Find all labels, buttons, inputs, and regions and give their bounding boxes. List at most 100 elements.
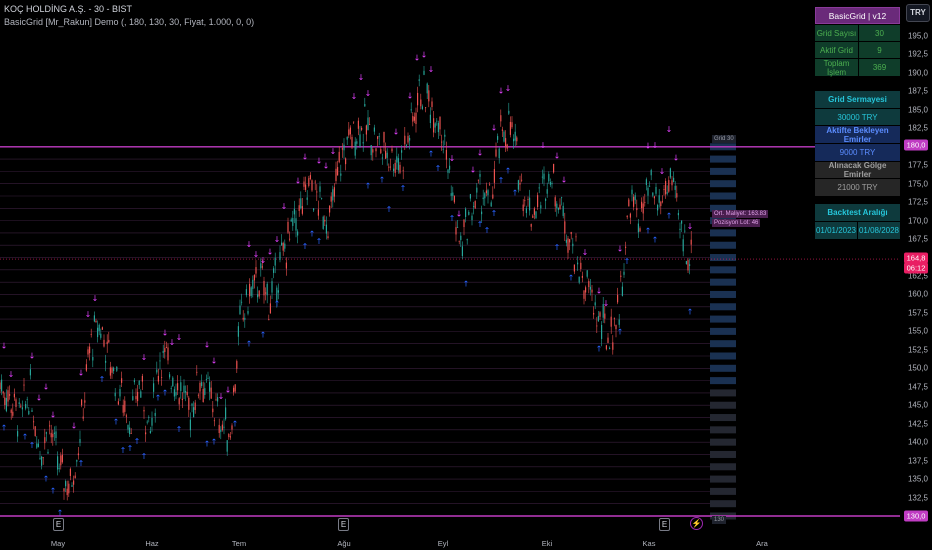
candle-body [93,315,95,322]
candle-body [677,213,679,216]
candle-body [292,218,294,226]
candle-body [269,303,271,314]
candle-body [497,136,499,140]
candle-body [397,158,399,171]
buy-marker-icon: ↑ [652,236,659,245]
sell-marker-icon: ↓ [1,341,8,350]
month-label: Kas [642,539,656,548]
candle-body [169,374,171,378]
candle-body [108,339,110,343]
candle-body [124,400,126,412]
candle-body [453,195,455,203]
candle-body [161,377,163,378]
candle-body [236,361,238,369]
buy-marker-icon: ↑ [113,417,120,426]
candle-body [209,382,211,392]
candle-body [541,176,543,178]
time-axis[interactable]: May Haz Tem Ağu Eyl Eki Kas Ara [0,527,900,550]
buy-marker-icon: ↑ [512,188,519,197]
candle-body [36,443,38,448]
earnings-marker[interactable]: E [659,518,670,531]
candle-body [391,148,393,152]
candle-body [533,208,535,215]
candle-body [402,170,404,172]
grid-level-box [710,315,736,323]
sell-marker-icon: ↓ [477,149,484,158]
grid-level-box [710,340,736,348]
indicator-legend[interactable]: BasicGrid [Mr_Rakun] Demo (, 180, 130, 3… [4,17,254,27]
candle-body [449,165,451,170]
sell-marker-icon: ↓ [274,235,281,244]
candle-body [204,388,206,396]
candle-body [461,246,463,256]
candle-body [631,189,633,195]
candle-body [604,313,606,319]
candle-body [133,380,135,383]
candle-body [178,398,180,405]
candle-body [634,195,636,201]
buy-marker-icon: ↑ [428,149,435,158]
sell-marker-icon: ↓ [659,167,666,176]
price-chart[interactable]: ↓↑↓↑↓↑↓↓↑↓↑↑↓↓↑↓↓↑↑↑ ↑↑↓↑↑↓↑↓↓↑↓↑↓↑↓↓↑↓↑↓… [0,0,932,550]
grid-level-box [710,352,736,360]
candle-body [657,204,659,211]
candle-body [151,417,153,426]
candle-body [503,131,505,142]
candle-body [445,149,447,160]
grid-level-box [710,327,736,335]
candle-body [418,79,420,81]
candle-body [316,191,318,193]
price-tick-label: 145,0 [907,400,928,410]
sell-marker-icon: ↓ [540,141,547,150]
sell-marker-icon: ↓ [652,141,659,150]
candle-body [442,148,444,150]
candle-body [425,107,427,109]
candle-body [626,215,628,218]
candle-body [362,142,364,144]
candle-body [543,173,545,180]
price-tick-label: 157,5 [907,308,928,318]
candle-body [18,402,20,405]
candle-body [37,443,39,447]
sell-marker-icon: ↓ [407,91,414,100]
sell-marker-icon: ↓ [85,310,92,319]
candle-body [298,205,300,212]
sell-marker-icon: ↓ [204,340,211,349]
sell-marker-icon: ↓ [673,153,680,162]
grid-level-box [710,389,736,397]
candle-body [140,391,142,398]
candle-body [127,424,129,430]
candle-body [77,453,79,456]
candle-body [530,224,532,227]
buy-marker-icon: ↑ [204,439,211,448]
candle-body [154,413,156,416]
dividend-icon[interactable]: ⚡ [690,517,703,530]
candle-body [193,407,195,418]
earnings-marker[interactable]: E [53,518,64,531]
candle-body [284,243,286,249]
candle-body [49,425,51,427]
candle-body [306,197,308,200]
sell-marker-icon: ↓ [78,369,85,378]
candle-body [165,346,167,348]
buy-marker-icon: ↑ [78,459,85,468]
earnings-marker[interactable]: E [338,518,349,531]
candle-body [15,399,17,407]
candle-body [644,201,646,203]
candle-body [263,281,265,296]
candle-body [159,360,161,362]
candle-body [423,70,425,75]
pending-orders-value: 9000 TRY [815,144,900,161]
candle-body [378,136,380,137]
sell-marker-icon: ↓ [225,386,232,395]
buy-marker-icon: ↑ [134,437,141,446]
candle-body [647,187,649,196]
candle-body [153,383,155,392]
candle-body [353,121,355,123]
grid-capital-title: Grid Sermayesi [815,91,900,108]
candle-body [674,185,676,190]
candle-body [327,236,329,238]
candle-body [106,341,108,345]
candle-body [218,424,220,433]
candle-body [53,432,55,434]
